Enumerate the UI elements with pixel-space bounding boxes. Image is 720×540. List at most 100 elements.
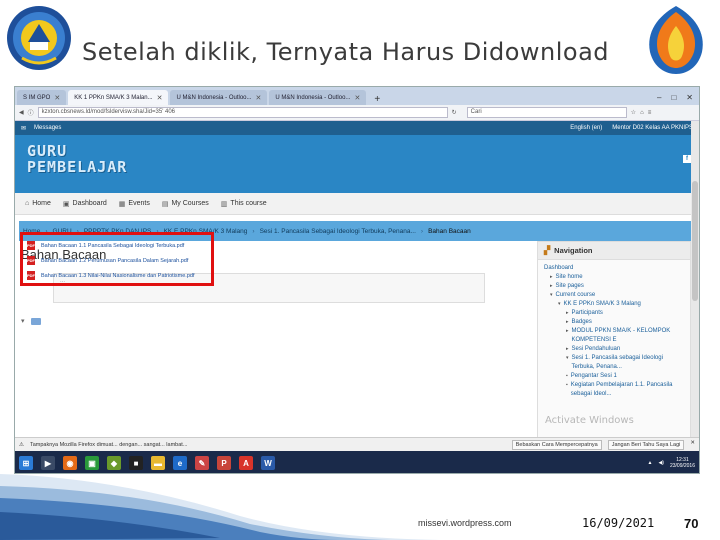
clock[interactable]: 12:31 23/09/2016 <box>670 457 695 469</box>
scrollbar[interactable] <box>691 121 699 441</box>
menu-label: Home <box>32 200 51 207</box>
close-icon[interactable]: ✕ <box>54 94 60 102</box>
nav-label: Sesi Pendahuluan <box>571 346 621 352</box>
home-icon[interactable]: ⌂ <box>640 110 644 116</box>
info-icon[interactable]: ⓘ <box>28 108 34 117</box>
close-icon[interactable]: ✕ <box>354 94 360 102</box>
nav-item[interactable]: ▸ Site home <box>544 273 684 282</box>
navigation-title: Navigation <box>554 246 593 255</box>
messages-link[interactable]: Messages <box>34 125 61 131</box>
reload-icon[interactable]: ↻ <box>452 109 457 116</box>
menu-my-courses[interactable]: ▤ My Courses <box>156 200 215 208</box>
folder-icon <box>30 317 41 325</box>
search-input[interactable]: Cari <box>466 107 627 118</box>
breadcrumb-item[interactable]: Sesi 1. Pancasila Sebagai Ideologi Terbu… <box>260 228 416 235</box>
messages-icon[interactable]: ✉ <box>21 125 26 132</box>
facebook-icon[interactable]: f <box>683 155 691 163</box>
menu-icon[interactable]: ≡ <box>648 110 652 116</box>
navigation-icon: ▞ <box>544 246 551 255</box>
chevron-right-icon: ▸ <box>566 328 569 334</box>
nav-item[interactable]: ▸ MODUL PPKN SMA/K - KELOMPOK KOMPETENSI … <box>544 327 684 345</box>
nav-label: Sesi 1. Pancasila sebagai Ideologi Terbu… <box>571 355 663 370</box>
system-tray: ▲ ◀) 12:31 23/09/2016 <box>648 457 700 469</box>
notification-bar: ⚠ Tampaknya Mozilla Firefox dimuat... de… <box>15 437 699 451</box>
file-name: Bahan Bacaan 1.2 Perumusan Pancasila Dal… <box>41 257 189 264</box>
tab-strip: S IM GPO ✕ KK 1 PPKn SMA/K 3 Malan... ✕ U … <box>15 87 699 105</box>
clock-date: 23/09/2016 <box>669 463 695 469</box>
close-icon[interactable]: ✕ <box>690 440 695 450</box>
scrollbar-thumb[interactable] <box>692 181 698 301</box>
minimize-icon[interactable]: – <box>657 93 661 102</box>
pdf-icon: PDF <box>27 256 35 265</box>
nav-item[interactable]: ▾ KK E PPKn SMA/K 3 Malang <box>544 300 684 309</box>
menu-events[interactable]: ▦ Events <box>113 200 156 208</box>
nav-item[interactable]: ▸ Sesi Pendahuluan <box>544 345 684 354</box>
menu-dashboard[interactable]: ▣ Dashboard <box>57 200 113 208</box>
notification-text: Tampaknya Mozilla Firefox dimuat... deng… <box>29 441 188 448</box>
browser-tab[interactable]: U M&N Indonesia - Outloo... ✕ <box>269 90 367 105</box>
chevron-right-icon: ▸ <box>566 310 569 316</box>
bullet-icon: ▸ <box>550 274 553 280</box>
close-window-icon[interactable]: ✕ <box>686 93 693 102</box>
breadcrumb-separator: › <box>252 227 255 235</box>
menu-this-course[interactable]: ▥ This course <box>215 200 273 208</box>
dont-tell-button[interactable]: Jangan Beri Tahu Saya Lagi <box>607 439 685 450</box>
url-input[interactable]: kzxton.cbsnews.ld/mod/fsldervisw.sha/Jid… <box>37 107 448 118</box>
pdf-file-link[interactable]: PDF Bahan Bacaan 1.3 Nilai-Nilai Nasional… <box>27 268 207 283</box>
navigation-block: ▞ Navigation Dashboard ▸ Site home ▸ Site … <box>537 241 691 461</box>
nav-item[interactable]: ▾ Sesi 1. Pancasila sebagai Ideologi Terb… <box>544 354 684 372</box>
nav-item[interactable]: ▪ Kegiatan Pembelajaran 1.1. Pancasila se… <box>544 381 684 399</box>
nav-label: Kegiatan Pembelajaran 1.1. Pancasila seb… <box>570 382 673 397</box>
bookmark-icon[interactable]: ☆ <box>631 109 636 116</box>
pdf-file-link[interactable]: PDF Bahan Bacaan 1.1 Pancasila Sebagai Id… <box>27 238 207 253</box>
browser-tab[interactable]: S IM GPO ✕ <box>17 90 67 105</box>
window-controls: – □ ✕ <box>657 93 699 105</box>
site-top-navbar: ✉ Messages English (en) Mentor D02 Kelas… <box>15 121 699 135</box>
footer-source: missevi.wordpress.com <box>418 518 512 528</box>
site-menu: ⌂ Home ▣ Dashboard ▦ Events ▤ My Courses ▥ Th… <box>15 193 699 215</box>
nav-item[interactable]: ▸ Badges <box>544 318 684 327</box>
new-tab-icon[interactable]: + <box>368 94 386 105</box>
pdf-file-link[interactable]: PDF Bahan Bacaan 1.2 Perumusan Pancasila … <box>27 253 207 268</box>
calendar-icon: ▦ <box>118 200 126 208</box>
network-icon[interactable]: ▲ <box>648 460 653 466</box>
brand-line-2: PEMBELAJAR <box>27 158 128 176</box>
footer-date: 16/09/2021 <box>582 516 655 530</box>
nav-label: Dashboard <box>544 265 574 271</box>
chevron-down-icon[interactable]: ▾ <box>21 317 25 325</box>
pdf-icon: PDF <box>27 241 35 250</box>
nav-label: Participants <box>571 310 603 316</box>
menu-label: Events <box>128 200 150 207</box>
folder-row[interactable]: ▾ <box>21 317 41 325</box>
menu-home[interactable]: ⌂ Home <box>19 200 57 207</box>
language-menu[interactable]: English (en) <box>570 125 602 131</box>
chevron-down-icon: ▾ <box>558 301 561 307</box>
ministry-logo <box>7 6 71 70</box>
nav-item[interactable]: ▾ Current course <box>544 291 684 300</box>
back-icon[interactable]: ◀ <box>19 109 24 116</box>
close-icon[interactable]: ✕ <box>256 94 262 102</box>
file-name: Bahan Bacaan 1.3 Nilai-Nilai Nasionalism… <box>41 272 195 279</box>
tab-label: U M&N Indonesia - Outloo... <box>176 94 252 101</box>
nav-item[interactable]: ▪ Pengantar Sesi 1 <box>544 372 684 381</box>
browser-tab-active[interactable]: KK 1 PPKn SMA/K 3 Malan... ✕ <box>68 90 169 105</box>
volume-icon[interactable]: ◀) <box>658 460 664 466</box>
nav-item[interactable]: ▸ Site pages <box>544 282 684 291</box>
home-icon: ⌂ <box>25 200 30 207</box>
nav-label: Pengantar Sesi 1 <box>570 373 617 379</box>
user-menu[interactable]: Mentor D02 Kelas AA PKNIPS <box>612 125 693 131</box>
tab-label: KK 1 PPKn SMA/K 3 Malan... <box>74 94 153 101</box>
close-icon[interactable]: ✕ <box>157 94 163 102</box>
courses-icon: ▤ <box>161 200 169 208</box>
institution-logo <box>649 6 703 74</box>
nav-item[interactable]: ▸ Participants <box>544 309 684 318</box>
maximize-icon[interactable]: □ <box>671 93 676 102</box>
nav-item[interactable]: Dashboard <box>544 264 684 273</box>
course-icon: ▥ <box>220 200 228 208</box>
site-brand[interactable]: GURU PEMBELAJAR <box>27 143 127 175</box>
speed-up-button[interactable]: Bebaskan Cara Mempercepatnya <box>511 439 602 450</box>
browser-tab[interactable]: U M&N Indonesia - Outloo... ✕ <box>170 90 268 105</box>
tab-label: S IM GPO <box>23 94 51 101</box>
page-icon: ▪ <box>566 382 568 388</box>
nav-label: Current course <box>555 292 596 298</box>
